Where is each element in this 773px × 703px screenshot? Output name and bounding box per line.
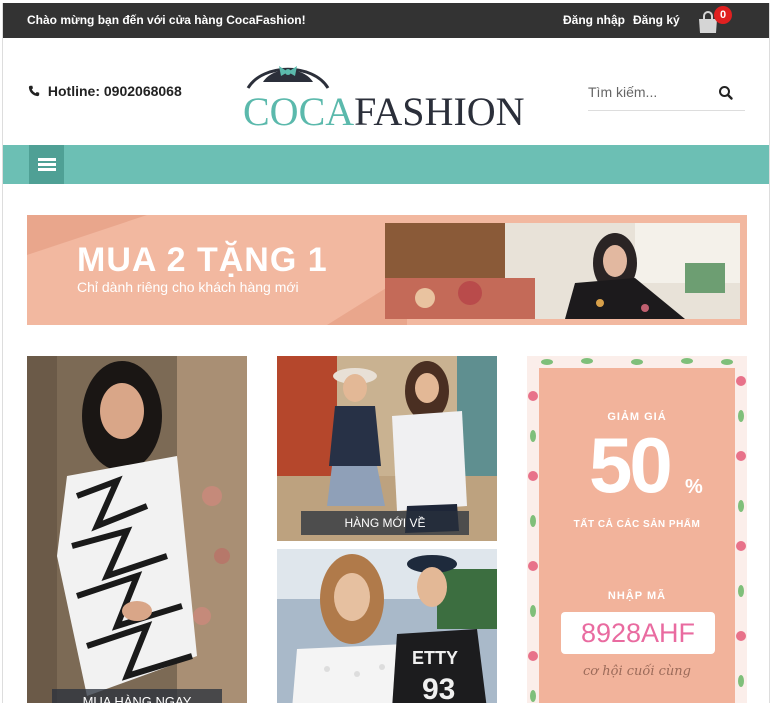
last-chance-text: cơ hội cuối cùng <box>583 664 691 679</box>
logo-fashion: FASHION <box>354 89 525 134</box>
hamburger-icon[interactable] <box>29 145 64 184</box>
main-nav <box>3 145 769 184</box>
top-bar: Chào mừng bạn đến với cửa hàng CocaFashi… <box>3 3 769 38</box>
page-frame: Chào mừng bạn đến với cửa hàng CocaFashi… <box>2 3 770 703</box>
coupon-code: 8928AHF <box>561 612 715 654</box>
register-link[interactable]: Đăng ký <box>633 13 680 27</box>
percent-sign: % <box>685 476 703 498</box>
banner-subline: Chỉ dành riêng cho khách hàng mới <box>77 279 299 295</box>
phone-icon <box>28 83 44 99</box>
logo-text: COCAFASHION <box>243 88 525 135</box>
svg-text:93: 93 <box>422 673 455 703</box>
banner-headline: MUA 2 TẶNG 1 <box>77 241 328 279</box>
login-link[interactable]: Đăng nhập <box>563 13 625 27</box>
promo-banner[interactable]: MUA 2 TẶNG 1 Chỉ dành riêng cho khách hà… <box>27 215 747 325</box>
search-input[interactable] <box>588 77 713 107</box>
new-arrivals-button[interactable]: HÀNG MỚI VỀ <box>301 511 469 535</box>
model-photo <box>27 356 247 703</box>
svg-text:ETTY: ETTY <box>412 648 458 668</box>
coupon-card: GIẢM GIÁ 50 % TẤT CẢ CÁC SẢN PHẨM NHẬP M… <box>539 368 735 703</box>
collection-photo: ETTY 93 <box>277 549 497 703</box>
coupon-tile[interactable]: GIẢM GIÁ 50 % TẤT CẢ CÁC SẢN PHẨM NHẬP M… <box>527 356 747 703</box>
shop-now-button[interactable]: MUA HÀNG NGAY <box>52 689 222 703</box>
hotline: Hotline: 0902068068 <box>28 83 182 99</box>
new-arrivals-tile[interactable]: HÀNG MỚI VỀ <box>277 356 497 541</box>
hotline-text: Hotline: 0902068068 <box>47 83 182 99</box>
logo-coca: COCA <box>243 89 355 134</box>
discount-percent: 50 <box>589 421 673 509</box>
cart-count-badge: 0 <box>714 6 732 24</box>
welcome-message: Chào mừng bạn đến với cửa hàng CocaFashi… <box>27 13 306 27</box>
site-logo[interactable]: COCAFASHION <box>243 58 533 135</box>
enter-code-label: NHẬP MÃ <box>607 590 667 602</box>
all-products-label: TẤT CẢ CÁC SẢN PHẨM <box>573 519 701 530</box>
search-icon[interactable] <box>716 83 736 103</box>
collection-tile[interactable]: ETTY 93 <box>277 549 497 703</box>
featured-model-tile[interactable]: MUA HÀNG NGAY <box>27 356 247 703</box>
banner-model-photo <box>385 223 740 319</box>
search-box <box>588 77 745 111</box>
